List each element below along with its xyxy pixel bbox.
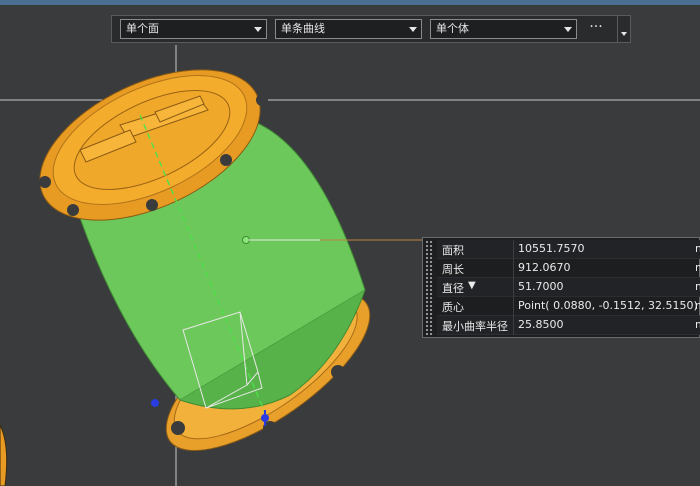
curve-filter-value: 单条曲线 [281, 22, 325, 35]
face-filter-value: 单个面 [126, 22, 159, 35]
chevron-down-icon [621, 32, 627, 36]
body-filter-select[interactable]: 单个体 [430, 19, 577, 39]
measurement-unit: m [695, 299, 700, 312]
measurement-label: 质心 [442, 301, 464, 314]
cylinder-part[interactable] [17, 39, 393, 479]
dropdown-arrow-icon [409, 27, 417, 32]
measurement-row[interactable]: 面积 10551.7570 m [437, 240, 700, 259]
measurement-anchor-point[interactable] [242, 236, 250, 244]
measurement-value: 25.8500 [518, 318, 564, 331]
selection-filter-toolbar: 单个面 单条曲线 单个体 ··· [111, 15, 631, 43]
measurement-label: 直径 [442, 282, 464, 295]
measurement-row[interactable]: 质心 Point( 0.0880, -0.1512, 32.5150)m [437, 297, 700, 316]
measurement-unit: m [695, 318, 700, 331]
measurement-value: 10551.7570 [518, 242, 585, 255]
more-options-icon[interactable]: ··· [584, 19, 608, 39]
measurement-label: 周长 [442, 263, 464, 276]
measurement-panel: 面积 10551.7570 m 周长 912.0670 m 直径 ▼ 51.7000 m 质心 Poi… [422, 237, 700, 338]
body-filter-value: 单个体 [436, 22, 469, 35]
measurement-row[interactable]: 直径 ▼ 51.7000 m [437, 278, 700, 297]
measurement-value: 51.7000 [518, 280, 564, 293]
measurement-label: 面积 [442, 244, 464, 257]
measurement-value: 912.0670 [518, 261, 571, 274]
face-filter-select[interactable]: 单个面 [120, 19, 267, 39]
column-divider [513, 259, 514, 278]
measurement-unit: m [695, 280, 700, 293]
curve-filter-select[interactable]: 单条曲线 [275, 19, 422, 39]
measurement-unit: m [695, 261, 700, 274]
measurement-label: 最小曲率半径 [442, 320, 508, 333]
dropdown-arrow-icon [564, 27, 572, 32]
measurement-value: Point( 0.0880, -0.1512, 32.5150) [518, 299, 698, 312]
dropdown-arrow-icon [254, 27, 262, 32]
column-divider [513, 297, 514, 316]
toolbar-menu-button[interactable] [617, 16, 631, 42]
panel-grip-icon[interactable] [425, 240, 434, 335]
column-divider [513, 278, 514, 297]
partial-part-edge [0, 424, 8, 486]
column-divider [513, 240, 514, 259]
measurement-type-dropdown-icon[interactable]: ▼ [468, 280, 476, 291]
measurement-row[interactable]: 最小曲率半径 25.8500 m [437, 316, 700, 335]
measurement-row[interactable]: 周长 912.0670 m [437, 259, 700, 278]
column-divider [513, 316, 514, 335]
measurement-unit: m [695, 242, 700, 255]
